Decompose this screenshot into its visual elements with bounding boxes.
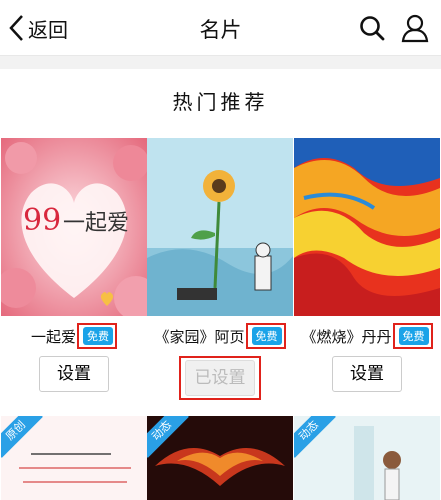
card-1[interactable]: 99 一起爱 一起爱 免费 设置 — [1, 138, 147, 392]
section-title: 热门推荐 — [172, 90, 269, 114]
card-name-row: 《燃烧》丹丹 免费 — [294, 316, 440, 356]
badge-highlight: 免费 — [77, 323, 117, 349]
card-name: 一起爱 — [30, 327, 76, 346]
profile-button[interactable] — [399, 12, 431, 44]
set-button[interactable]: 设置 — [39, 356, 109, 392]
chevron-left-icon — [9, 15, 23, 41]
already-set-button[interactable]: 已设置 — [185, 360, 255, 396]
badge-highlight: 免费 — [245, 323, 286, 349]
free-badge: 免费 — [83, 327, 113, 345]
card-6[interactable]: 动态 — [294, 416, 440, 500]
top-bar: 返回 名片 — [0, 0, 441, 56]
card-name: 《家园》阿页 — [154, 327, 245, 346]
card-cover[interactable]: 99 一起爱 — [1, 138, 147, 316]
burning-cover-image — [294, 138, 440, 316]
back-button[interactable]: 返回 — [8, 10, 68, 46]
garden-cover-image — [147, 138, 293, 316]
back-label: 返回 — [28, 17, 68, 42]
free-badge: 免费 — [398, 327, 429, 345]
button-highlight: 已设置 — [179, 356, 261, 400]
card-cover[interactable] — [294, 138, 440, 316]
card-5[interactable]: 动态 — [147, 416, 293, 500]
user-icon — [401, 14, 429, 43]
cover-art-lettering: 一起爱 — [63, 211, 129, 236]
card-name: 《燃烧》丹丹 — [301, 327, 392, 346]
card-3[interactable]: 《燃烧》丹丹 免费 设置 — [294, 138, 440, 392]
section-divider — [0, 56, 441, 69]
free-badge: 免费 — [251, 327, 282, 345]
card-4[interactable]: 原创 — [1, 416, 147, 500]
set-button[interactable]: 设置 — [332, 356, 402, 392]
badge-highlight: 免费 — [392, 323, 433, 349]
card-name-row: 一起爱 免费 — [1, 316, 147, 356]
card-name-row: 《家园》阿页 免费 — [147, 316, 293, 356]
heart-cover-image: 99 一起爱 — [1, 138, 147, 316]
cover-art-lettering: 99 — [23, 203, 61, 238]
card-2[interactable]: 《家园》阿页 免费 已设置 — [147, 138, 293, 400]
card-cover[interactable] — [147, 138, 293, 316]
search-icon — [360, 16, 385, 41]
search-button[interactable] — [356, 12, 388, 44]
